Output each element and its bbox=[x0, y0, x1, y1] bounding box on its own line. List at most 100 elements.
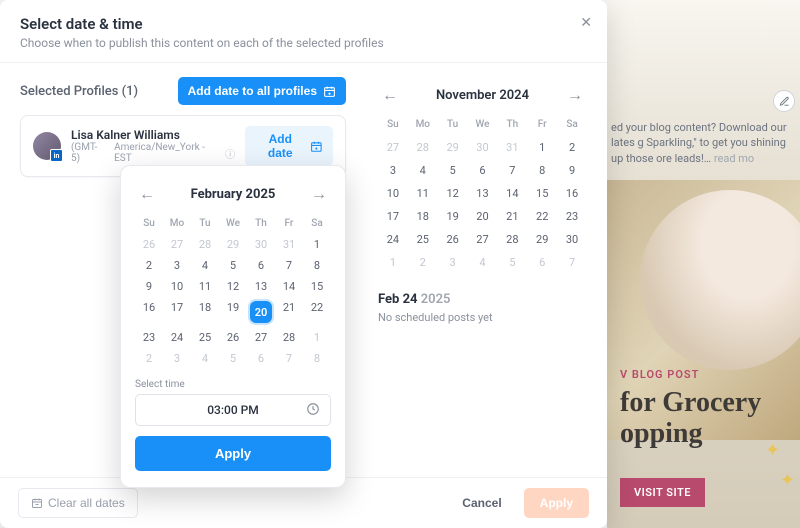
picker-day[interactable]: 17 bbox=[163, 297, 191, 327]
picker-day[interactable]: 7 bbox=[275, 348, 303, 369]
info-icon[interactable]: ⓘ bbox=[225, 146, 235, 161]
calendar-day[interactable]: 11 bbox=[408, 182, 438, 205]
picker-day[interactable]: 15 bbox=[303, 276, 331, 297]
calendar-day[interactable]: 1 bbox=[527, 136, 557, 159]
calendar-day[interactable]: 22 bbox=[527, 205, 557, 228]
picker-day[interactable]: 29 bbox=[219, 234, 247, 255]
picker-day[interactable]: 3 bbox=[163, 348, 191, 369]
calendar-day[interactable]: 27 bbox=[468, 228, 498, 251]
calendar-day[interactable]: 3 bbox=[378, 159, 408, 182]
picker-day[interactable]: 16 bbox=[135, 297, 163, 327]
picker-day[interactable]: 7 bbox=[275, 255, 303, 276]
calendar-day[interactable]: 26 bbox=[438, 228, 468, 251]
calendar-day[interactable]: 7 bbox=[557, 251, 587, 274]
picker-day[interactable]: 11 bbox=[191, 276, 219, 297]
picker-day[interactable]: 1 bbox=[303, 327, 331, 348]
picker-apply-button[interactable]: Apply bbox=[135, 436, 331, 471]
picker-day[interactable]: 19 bbox=[219, 297, 247, 327]
picker-day[interactable]: 30 bbox=[247, 234, 275, 255]
picker-day[interactable]: 28 bbox=[191, 234, 219, 255]
picker-day[interactable]: 23 bbox=[135, 327, 163, 348]
calendar-day[interactable]: 17 bbox=[378, 205, 408, 228]
apply-button[interactable]: Apply bbox=[524, 488, 589, 518]
picker-day[interactable]: 6 bbox=[247, 255, 275, 276]
close-icon[interactable]: ✕ bbox=[580, 15, 592, 31]
picker-day[interactable]: 27 bbox=[163, 234, 191, 255]
cancel-button[interactable]: Cancel bbox=[448, 488, 515, 518]
picker-next-month[interactable]: → bbox=[307, 180, 331, 208]
picker-day[interactable]: 26 bbox=[135, 234, 163, 255]
picker-day[interactable]: 27 bbox=[247, 327, 275, 348]
picker-day[interactable]: 25 bbox=[191, 327, 219, 348]
picker-day[interactable]: 26 bbox=[219, 327, 247, 348]
picker-day[interactable]: 2 bbox=[135, 348, 163, 369]
next-month-button[interactable]: → bbox=[563, 81, 587, 109]
picker-day[interactable]: 1 bbox=[303, 234, 331, 255]
calendar-day[interactable]: 30 bbox=[557, 228, 587, 251]
picker-day[interactable]: 21 bbox=[275, 297, 303, 327]
visit-site-button[interactable]: VISIT SITE bbox=[620, 478, 705, 507]
calendar-day[interactable]: 25 bbox=[408, 228, 438, 251]
picker-day[interactable]: 4 bbox=[191, 348, 219, 369]
picker-day[interactable]: 14 bbox=[275, 276, 303, 297]
calendar-day[interactable]: 10 bbox=[378, 182, 408, 205]
schedule-calendar[interactable]: SuMoTuWeThFrSa 2728293031123456789101112… bbox=[378, 119, 587, 274]
picker-day[interactable]: 5 bbox=[219, 255, 247, 276]
calendar-day[interactable]: 27 bbox=[378, 136, 408, 159]
picker-day[interactable]: 8 bbox=[303, 255, 331, 276]
picker-day[interactable]: 20 bbox=[247, 297, 275, 327]
calendar-day[interactable]: 6 bbox=[527, 251, 557, 274]
prev-month-button[interactable]: ← bbox=[378, 81, 402, 109]
add-date-button[interactable]: Add date bbox=[245, 126, 333, 166]
calendar-day[interactable]: 16 bbox=[557, 182, 587, 205]
calendar-day[interactable]: 4 bbox=[408, 159, 438, 182]
calendar-day[interactable]: 31 bbox=[497, 136, 527, 159]
clear-all-dates-button[interactable]: Clear all dates bbox=[18, 488, 138, 518]
picker-day[interactable]: 4 bbox=[191, 255, 219, 276]
picker-day[interactable]: 8 bbox=[303, 348, 331, 369]
calendar-day[interactable]: 19 bbox=[438, 205, 468, 228]
calendar-day[interactable]: 14 bbox=[497, 182, 527, 205]
picker-day[interactable]: 9 bbox=[135, 276, 163, 297]
picker-day[interactable]: 10 bbox=[163, 276, 191, 297]
calendar-day[interactable]: 4 bbox=[468, 251, 498, 274]
calendar-day[interactable]: 18 bbox=[408, 205, 438, 228]
calendar-day[interactable]: 8 bbox=[527, 159, 557, 182]
calendar-day[interactable]: 20 bbox=[468, 205, 498, 228]
picker-day[interactable]: 5 bbox=[219, 348, 247, 369]
calendar-day[interactable]: 5 bbox=[438, 159, 468, 182]
add-date-all-button[interactable]: Add date to all profiles bbox=[178, 77, 346, 105]
calendar-day[interactable]: 28 bbox=[497, 228, 527, 251]
picker-day[interactable]: 12 bbox=[219, 276, 247, 297]
calendar-day[interactable]: 24 bbox=[378, 228, 408, 251]
calendar-day[interactable]: 9 bbox=[557, 159, 587, 182]
calendar-day[interactable]: 12 bbox=[438, 182, 468, 205]
calendar-day[interactable]: 30 bbox=[468, 136, 498, 159]
calendar-day[interactable]: 29 bbox=[438, 136, 468, 159]
calendar-day[interactable]: 21 bbox=[497, 205, 527, 228]
calendar-day[interactable]: 23 bbox=[557, 205, 587, 228]
picker-day[interactable]: 13 bbox=[247, 276, 275, 297]
picker-day[interactable]: 3 bbox=[163, 255, 191, 276]
calendar-day[interactable]: 7 bbox=[497, 159, 527, 182]
calendar-day[interactable]: 1 bbox=[378, 251, 408, 274]
picker-day[interactable]: 2 bbox=[135, 255, 163, 276]
calendar-day[interactable]: 13 bbox=[468, 182, 498, 205]
picker-day[interactable]: 24 bbox=[163, 327, 191, 348]
calendar-day[interactable]: 29 bbox=[527, 228, 557, 251]
picker-day[interactable]: 28 bbox=[275, 327, 303, 348]
calendar-day[interactable]: 2 bbox=[557, 136, 587, 159]
picker-day[interactable]: 18 bbox=[191, 297, 219, 327]
calendar-day[interactable]: 28 bbox=[408, 136, 438, 159]
picker-calendar[interactable]: SuMoTuWeThFrSa 2627282930311234567891011… bbox=[135, 218, 331, 369]
calendar-day[interactable]: 15 bbox=[527, 182, 557, 205]
picker-day[interactable]: 22 bbox=[303, 297, 331, 327]
picker-day[interactable]: 6 bbox=[247, 348, 275, 369]
calendar-day[interactable]: 6 bbox=[468, 159, 498, 182]
picker-prev-month[interactable]: ← bbox=[135, 180, 159, 208]
calendar-day[interactable]: 3 bbox=[438, 251, 468, 274]
picker-day[interactable]: 31 bbox=[275, 234, 303, 255]
calendar-day[interactable]: 2 bbox=[408, 251, 438, 274]
time-input[interactable]: 03:00 PM bbox=[135, 394, 331, 426]
edit-post-button[interactable] bbox=[773, 90, 795, 112]
